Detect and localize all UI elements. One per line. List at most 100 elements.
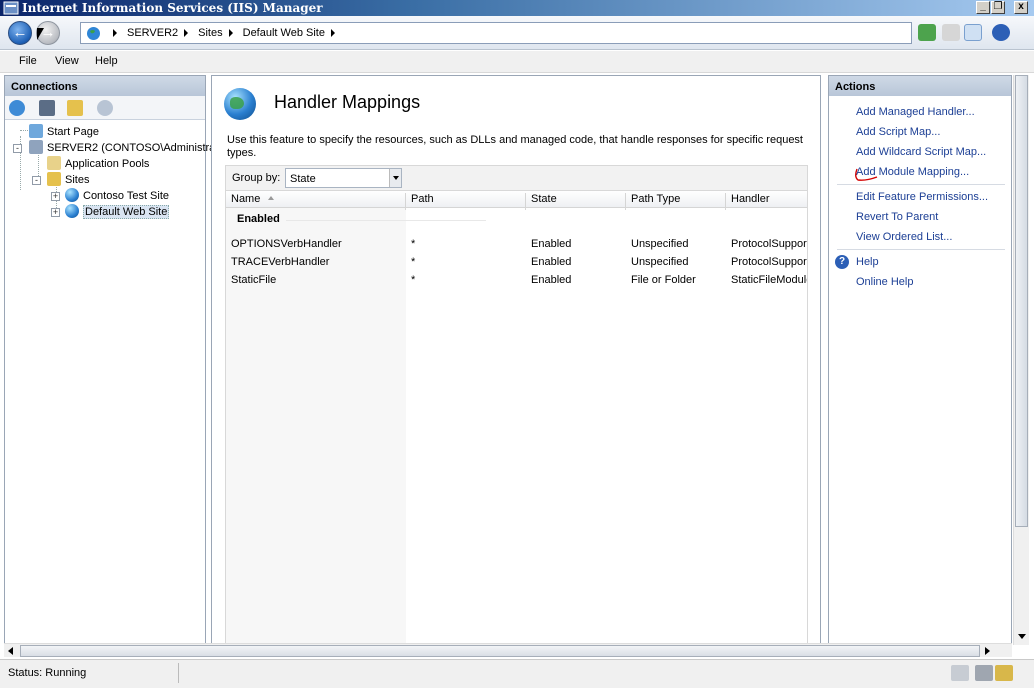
cell-handler: ProtocolSupport [731,256,808,268]
page-title: Handler Mappings [274,92,421,112]
actions-header: Actions [829,76,1011,96]
connections-tree: Start Page - SERVER2 (CONTOSO\Administra… [5,122,215,644]
tree-app-pools[interactable]: Application Pools [47,156,149,170]
column-header-path-type[interactable]: Path Type [626,193,726,210]
back-arrow-icon: ← [12,24,28,41]
expand-icon[interactable]: + [51,192,60,201]
tree-site-default[interactable]: Default Web Site [65,204,170,219]
online-help-link[interactable]: Online Help [856,276,913,288]
column-header-state[interactable]: State [526,193,626,210]
tree-start-page[interactable]: Start Page [29,124,99,138]
address-bar[interactable]: SERVER2 Sites Default Web Site [80,22,912,44]
table-row[interactable]: OPTIONSVerbHandler * Enabled Unspecified… [226,238,807,256]
disconnect-icon[interactable] [97,100,113,116]
actions-divider [837,184,1005,185]
connections-header: Connections [5,76,205,96]
scroll-down-arrow-icon[interactable] [1015,630,1028,643]
minimize-button[interactable]: _ [976,1,990,14]
tree-server[interactable]: SERVER2 (CONTOSO\Administra [29,140,215,154]
scroll-left-arrow-icon[interactable] [8,647,13,655]
column-header-path[interactable]: Path [406,193,526,210]
cell-name: TRACEVerbHandler [231,256,330,268]
status-bar: Status: Running [0,659,1034,688]
navigation-bar: ← → SERVER2 Sites Default Web Site [0,16,1034,50]
connect-icon[interactable] [9,100,25,116]
cell-state: Enabled [531,238,572,250]
menu-view[interactable]: View [55,55,79,67]
column-header-name[interactable]: Name [226,193,406,210]
globe-icon [65,188,79,202]
add-managed-handler-link[interactable]: Add Managed Handler... [856,106,975,118]
edit-feature-permissions-link[interactable]: Edit Feature Permissions... [856,191,988,203]
horizontal-scrollbar-thumb[interactable] [20,645,980,657]
close-button[interactable]: x [1014,1,1028,14]
globe-icon [65,204,79,218]
cell-path: * [411,238,416,250]
start-page-icon [29,124,43,138]
cell-handler: StaticFileModule [731,274,808,286]
cell-name: OPTIONSVerbHandler [231,238,342,250]
add-wildcard-script-map-link[interactable]: Add Wildcard Script Map... [856,146,986,158]
cell-state: Enabled [531,274,572,286]
breadcrumb-separator-icon [228,29,233,37]
collapse-icon[interactable]: - [13,144,22,153]
save-icon[interactable] [39,100,55,116]
dropdown-arrow-icon[interactable] [389,169,401,187]
breadcrumb-separator-icon [113,29,117,37]
app-pools-icon [47,156,61,170]
tree-sites[interactable]: Sites [47,172,89,186]
vertical-scrollbar[interactable] [1013,75,1029,645]
red-annotation-mark-icon [855,168,878,181]
back-button[interactable]: ← [8,21,32,45]
user-icon [975,665,993,681]
menu-file[interactable]: File [19,55,37,67]
tree-site-contoso[interactable]: Contoso Test Site [65,188,169,202]
scroll-right-arrow-icon[interactable] [985,647,990,655]
lock-icon [995,665,1013,681]
cell-path-type: File or Folder [631,274,696,286]
stop-icon[interactable] [942,24,960,41]
expand-icon[interactable]: + [51,208,60,217]
breadcrumb-separator-icon[interactable] [330,29,335,37]
refresh-icon[interactable] [918,24,936,41]
collapse-icon[interactable]: - [32,176,41,185]
network-icon [951,665,969,681]
add-script-map-link[interactable]: Add Script Map... [856,126,940,138]
group-by-value: State [290,173,316,185]
cell-name: StaticFile [231,274,277,286]
vertical-scrollbar-thumb[interactable] [1015,75,1028,527]
breadcrumb-sites[interactable]: Sites [198,27,222,39]
status-text: Status: Running [8,667,87,679]
iis-app-icon [3,1,19,15]
view-ordered-list-link[interactable]: View Ordered List... [856,231,952,243]
handler-table: Name Path State Path Type Handler Enable… [225,191,808,643]
tree-label: SERVER2 (CONTOSO\Administra [47,142,216,154]
revert-to-parent-link[interactable]: Revert To Parent [856,211,938,223]
menu-bar: File View Help [0,51,1034,73]
table-header: Name Path State Path Type Handler [226,191,807,210]
status-divider [178,663,179,683]
up-folder-icon[interactable] [67,100,83,116]
group-by-select[interactable]: State [285,168,402,188]
tree-label: Start Page [47,126,99,138]
breadcrumb-site[interactable]: Default Web Site [243,27,325,39]
tree-label: Contoso Test Site [83,190,170,202]
restore-button[interactable]: ❐ [991,1,1005,14]
tree-label: Default Web Site [83,205,170,219]
home-icon[interactable] [964,24,982,41]
cell-path-type: Unspecified [631,256,689,268]
feature-description: Use this feature to specify the resource… [227,134,803,159]
column-header-handler[interactable]: Handler [726,193,807,210]
column-header-label: Name [231,193,261,205]
menu-help[interactable]: Help [95,55,118,67]
title-bar: Internet Information Services (IIS) Mana… [0,0,1034,16]
mouse-cursor-icon [37,28,44,40]
table-row[interactable]: StaticFile * Enabled File or Folder Stat… [226,274,807,292]
table-row[interactable]: TRACEVerbHandler * Enabled Unspecified P… [226,256,807,274]
help-link[interactable]: Help [856,256,879,268]
breadcrumb-server[interactable]: SERVER2 [127,27,178,39]
help-icon[interactable] [992,24,1010,41]
horizontal-scrollbar[interactable] [4,643,1012,657]
sites-folder-icon [47,172,61,186]
group-header[interactable]: Enabled [237,213,280,225]
